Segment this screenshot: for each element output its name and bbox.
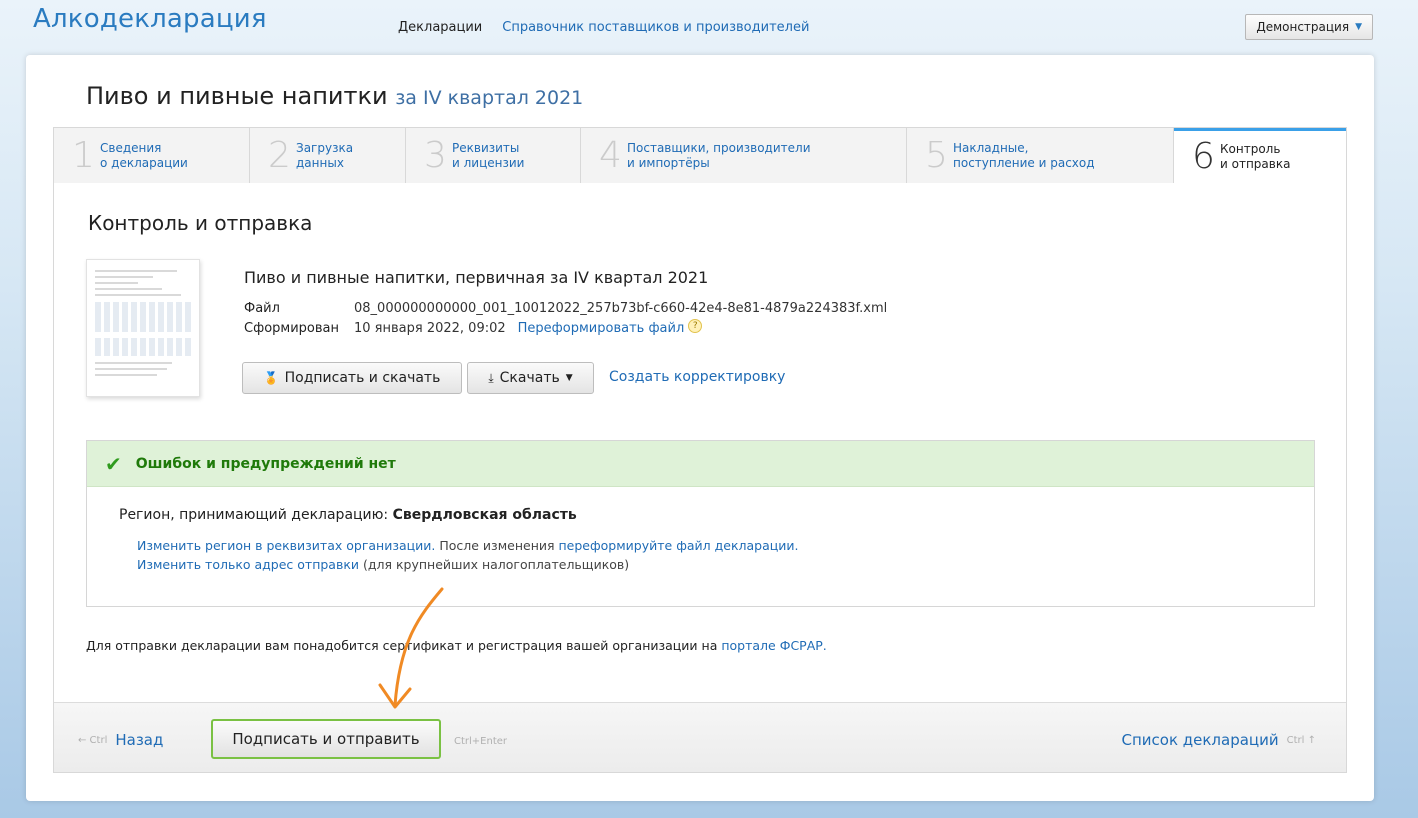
declaration-type: Пиво и пивные напитки [86,82,388,110]
document-preview-icon [86,259,200,397]
step-2[interactable]: 2 Загрузка данных [250,128,406,183]
step-label: Загрузка данных [296,140,354,170]
account-dropdown-button[interactable]: Демонстрация ▼ [1245,14,1373,40]
wizard-steps: 1 Сведения о декларации 2 Загрузка данны… [53,127,1347,184]
region-links: Изменить регион в реквизитах организации… [137,536,799,574]
step-content: Контроль и отправка Пиво и пивные напитк… [53,183,1347,773]
step-label: Накладные, поступление и расход [953,140,1095,170]
step-number: 6 [1192,136,1215,177]
download-dropdown-button[interactable]: ⤓ Скачать ▼ [467,362,594,394]
validation-result: ✔ Ошибок и предупреждений нет Регион, пр… [86,440,1315,607]
step-label: Поставщики, производители и импортёры [627,140,811,170]
account-label: Демонстрация [1256,20,1350,34]
help-icon[interactable]: ? [688,319,703,333]
step-label: Реквизиты и лицензии [452,140,525,170]
declaration-period: за IV квартал 2021 [395,87,584,109]
step-number: 5 [925,134,948,176]
step-number: 3 [424,134,447,176]
back-link[interactable]: Назад [115,731,163,749]
nav-declarations[interactable]: Декларации [398,20,482,35]
step-4[interactable]: 4 Поставщики, производители и импортёры [581,128,907,183]
back-nav: ← Ctrl Назад [78,731,163,749]
file-name: 08_000000000000_001_10012022_257b73bf-c6… [354,301,888,316]
certificate-icon: 🏅 [263,371,279,385]
change-address-link[interactable]: Изменить только адрес отправки [137,557,359,572]
step-3[interactable]: 3 Реквизиты и лицензии [406,128,581,183]
step-number: 4 [599,134,622,176]
brand-logo[interactable]: Алкодекларация [33,4,267,34]
declaration-name: Пиво и пивные напитки, первичная за IV к… [244,268,709,287]
formed-date: 10 января 2022, 09:02 [354,321,506,336]
step-5[interactable]: 5 Накладные, поступление и расход [907,128,1174,183]
button-label: Скачать [499,370,560,386]
sign-and-send-button[interactable]: Подписать и отправить [211,719,441,759]
step-label: Сведения о декларации [100,140,188,170]
sign-and-download-button[interactable]: 🏅 Подписать и скачать [242,362,462,394]
send-shortcut-hint: Ctrl+Enter [454,736,508,747]
region-label: Регион, принимающий декларацию: [119,507,389,523]
static-text: (для крупнейших налогоплательщиков) [359,557,630,572]
status-message: Ошибок и предупреждений нет [135,455,396,472]
caret-down-icon: ▼ [565,373,573,383]
button-label: Подписать и скачать [284,370,441,386]
top-nav: Декларации Справочник поставщиков и прои… [398,20,809,35]
section-title: Контроль и отправка [88,211,313,235]
annotation-arrow-icon [378,587,444,709]
list-shortcut-hint: Ctrl ↑ [1286,734,1316,746]
step-label: Контроль и отправка [1220,142,1291,171]
change-region-link[interactable]: Изменить регион в реквизитах организации… [137,538,435,553]
nav-suppliers-directory[interactable]: Справочник поставщиков и производителей [502,20,809,35]
reform-file-link[interactable]: Переформировать файл [518,319,685,339]
page-title: Пиво и пивные напитки за IV квартал 2021 [86,82,583,110]
caret-down-icon: ▼ [1355,22,1362,32]
step-number: 2 [268,134,291,176]
download-icon: ⤓ [488,370,494,385]
create-correction-link[interactable]: Создать корректировку [609,369,785,385]
check-icon: ✔ [105,451,122,476]
receiving-region: Регион, принимающий декларацию: Свердлов… [119,507,577,523]
step-number: 1 [72,134,95,176]
region-value: Свердловская область [392,507,577,523]
footer-bar: ← Ctrl Назад Подписать и отправить Ctrl+… [54,702,1346,772]
file-label: Файл [244,301,280,316]
formed-label: Сформирован [244,321,339,336]
reform-declaration-link[interactable]: переформируйте файл декларации. [558,538,798,553]
back-shortcut-hint: ← Ctrl [78,734,108,746]
file-meta: Файл 08_000000000000_001_10012022_257b73… [244,299,887,339]
declarations-list-link[interactable]: Список деклараций [1121,731,1278,749]
static-text: После изменения [435,538,559,553]
status-bar: ✔ Ошибок и предупреждений нет [87,441,1314,487]
fsrar-portal-link[interactable]: портале ФСРАР. [721,638,826,653]
step-6-active[interactable]: 6 Контроль и отправка [1174,128,1346,183]
declarations-list-nav: Список деклараций Ctrl ↑ [1121,731,1316,749]
step-1[interactable]: 1 Сведения о декларации [54,128,250,183]
